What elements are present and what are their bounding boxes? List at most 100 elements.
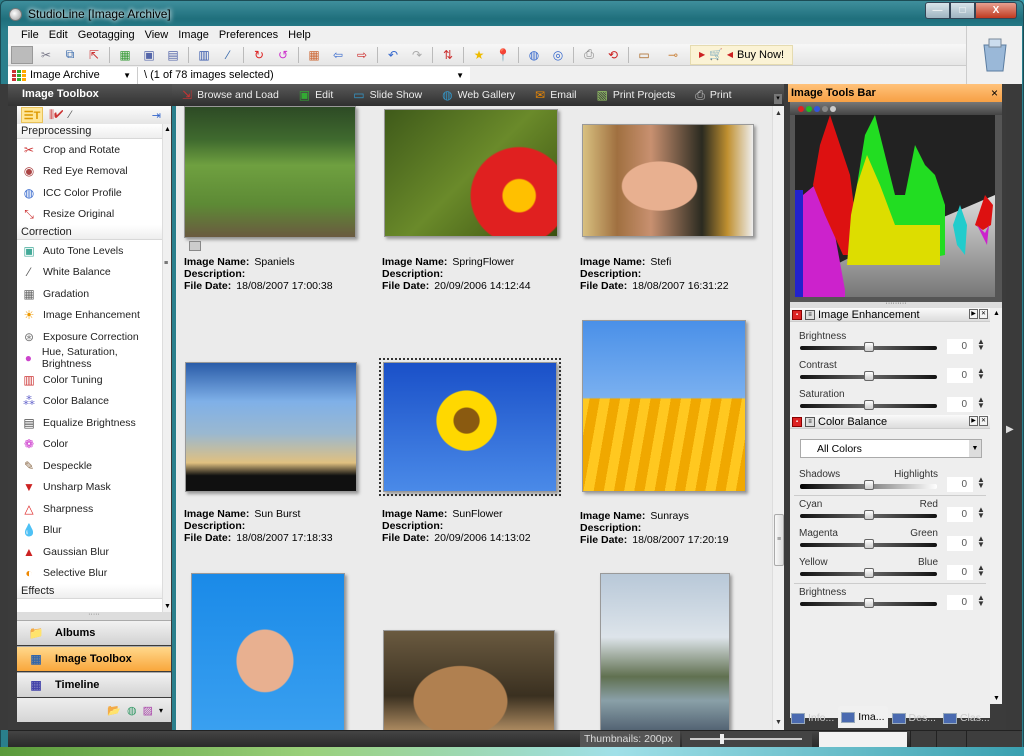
buy-now-button[interactable]: ▶ 🛒 ◀ Buy Now! xyxy=(690,44,794,65)
collapse-right-arrow-icon[interactable]: ▶ xyxy=(1006,424,1014,435)
panel-resize-grip[interactable]: ····· xyxy=(17,611,171,620)
value-field[interactable]: 0 xyxy=(947,339,973,354)
spinner-icon[interactable]: ▲ ▼ xyxy=(977,476,985,490)
prev-icon[interactable]: ⇦ xyxy=(327,46,349,64)
close-icon[interactable]: × xyxy=(991,86,998,100)
tool-item[interactable]: ❁ Color xyxy=(17,434,162,456)
film-icon[interactable]: ▭ xyxy=(633,46,655,64)
spinner-icon[interactable]: ▲ ▼ xyxy=(977,594,985,608)
tab-print[interactable]: ⎙ Print xyxy=(695,88,731,103)
tool-item[interactable]: ⊛ Exposure Correction xyxy=(17,326,162,348)
menu-edit[interactable]: Edit xyxy=(44,29,73,41)
group-header[interactable]: Effects xyxy=(17,584,162,599)
tools-tab[interactable]: Des... xyxy=(889,708,939,728)
slider-knob[interactable] xyxy=(863,598,874,608)
channel-toggle[interactable] xyxy=(822,105,828,112)
slider-knob[interactable] xyxy=(863,371,874,381)
value-field[interactable]: 0 xyxy=(947,536,973,551)
value-field[interactable]: 0 xyxy=(947,397,973,412)
color-range-select[interactable]: All Colors ▼ xyxy=(800,439,982,458)
burn-disc-icon[interactable]: ◎ xyxy=(547,46,569,64)
scroll-down-icon[interactable]: ▼ xyxy=(775,719,782,726)
tool-item[interactable]: ▥ Color Tuning xyxy=(17,369,162,391)
thumbnail[interactable] xyxy=(384,109,558,237)
grid-view-icon[interactable]: ▦ xyxy=(114,46,136,64)
tool-item[interactable]: ⤡ Resize Original xyxy=(17,204,162,226)
channel-toggle[interactable] xyxy=(830,105,836,112)
spinner-icon[interactable]: ▲ ▼ xyxy=(977,506,985,520)
tool-item[interactable]: ⁄ White Balance xyxy=(17,262,162,284)
group-header[interactable]: Correction xyxy=(17,225,162,240)
blank-button[interactable] xyxy=(11,45,33,64)
tab-slide-show[interactable]: ▭ Slide Show xyxy=(353,88,422,102)
archive-selector[interactable]: Image Archive ▼ xyxy=(8,66,138,84)
tool-item[interactable]: △ Sharpness xyxy=(17,498,162,520)
value-field[interactable]: 0 xyxy=(947,368,973,383)
chevron-down-icon[interactable]: ▾ xyxy=(159,706,163,715)
globe-icon[interactable]: ◍ xyxy=(523,46,545,64)
adjust-icon[interactable]: ▥ xyxy=(193,46,215,64)
menu-file[interactable]: File xyxy=(16,29,44,41)
thumbnail[interactable] xyxy=(191,573,345,730)
image-icon[interactable]: ▨ xyxy=(143,704,153,717)
scroll-up-icon[interactable]: ▲ xyxy=(775,110,782,117)
menu-view[interactable]: View xyxy=(140,29,174,41)
web-icon[interactable]: ◍ xyxy=(127,704,137,717)
nav-timeline[interactable]: ▦ Timeline xyxy=(17,672,171,697)
exit-icon[interactable]: ⇥ xyxy=(152,109,161,122)
tools-tab[interactable]: Info... xyxy=(788,708,837,728)
more-tabs-button[interactable]: ▾ xyxy=(774,94,782,104)
value-field[interactable]: 0 xyxy=(947,507,973,522)
tools-scrollbar[interactable]: ▲ ▼ xyxy=(990,308,1002,704)
preview-icon[interactable]: ≡ xyxy=(805,309,815,320)
thumbnail[interactable] xyxy=(600,573,730,730)
thumbnail[interactable] xyxy=(383,630,555,730)
tool-list-scrollbar[interactable]: ▲ ≡ ▼ xyxy=(162,124,171,612)
redo-icon[interactable]: ↷ xyxy=(406,46,428,64)
slider-knob[interactable] xyxy=(863,510,874,520)
thumbnail[interactable] xyxy=(184,106,356,238)
detail-view-icon[interactable]: ▣ xyxy=(138,46,160,64)
thumbnail[interactable] xyxy=(582,124,754,237)
thumbnail[interactable] xyxy=(185,362,357,492)
tab-print-projects[interactable]: ▧ Print Projects xyxy=(597,88,676,102)
enable-icon[interactable]: ▪ xyxy=(792,416,802,427)
spinner-icon[interactable]: ▲ ▼ xyxy=(977,338,985,352)
tool-item[interactable]: ● Hue, Saturation, Brightness xyxy=(17,346,162,370)
spinner-icon[interactable]: ▲ ▼ xyxy=(977,535,985,549)
tool-item[interactable]: ✎ Despeckle xyxy=(17,455,162,477)
select-all-icon[interactable]: ▦ xyxy=(303,46,325,64)
tool-item[interactable]: ☀ Image Enhancement xyxy=(17,305,162,327)
preview-icon[interactable]: ≡ xyxy=(805,416,815,427)
tool-item[interactable]: ▤ Equalize Brightness xyxy=(17,412,162,434)
menu-geotagging[interactable]: Geotagging xyxy=(73,29,140,41)
gallery-scrollbar[interactable]: ▲ ≡ ▼ xyxy=(772,106,784,730)
tool-item[interactable]: ▲ Gaussian Blur xyxy=(17,541,162,563)
tab-browse-and-load[interactable]: ⇲ Browse and Load xyxy=(182,88,279,102)
close-button[interactable]: X xyxy=(975,2,1017,19)
eyedropper-icon[interactable]: ⁄ xyxy=(69,109,71,121)
channel-toggle[interactable] xyxy=(814,105,820,112)
tools-tab[interactable]: Ima... xyxy=(838,706,888,728)
slider-knob[interactable] xyxy=(863,400,874,410)
spinner-icon[interactable]: ▲ ▼ xyxy=(977,396,985,410)
next-icon[interactable]: ⇨ xyxy=(351,46,373,64)
recycle-bin[interactable] xyxy=(966,26,1022,84)
value-field[interactable]: 0 xyxy=(947,565,973,580)
close-icon[interactable]: ✕ xyxy=(979,416,988,426)
title-bar[interactable]: StudioLine [Image Archive] — □ X xyxy=(1,1,1023,27)
undo-icon[interactable]: ↶ xyxy=(382,46,404,64)
enable-icon[interactable]: ▪ xyxy=(792,309,802,320)
tool-item[interactable]: ◉ Red Eye Removal xyxy=(17,161,162,183)
rotate-left-icon[interactable]: ↺ xyxy=(272,46,294,64)
window-icon[interactable]: ▤ xyxy=(162,46,184,64)
group-header[interactable]: Preprocessing xyxy=(17,124,162,139)
tool-item[interactable]: ▣ Auto Tone Levels xyxy=(17,240,162,262)
maximize-button[interactable]: □ xyxy=(950,2,975,19)
tool-item[interactable]: ◐ Selective Blur xyxy=(17,563,162,585)
value-field[interactable]: 0 xyxy=(947,595,973,610)
path-selector[interactable]: \ (1 of 78 images selected) ▼ xyxy=(138,66,470,84)
tool-item[interactable]: ✂ Crop and Rotate xyxy=(17,139,162,161)
resize-grip[interactable] xyxy=(966,731,1022,748)
menu-help[interactable]: Help xyxy=(283,29,316,41)
